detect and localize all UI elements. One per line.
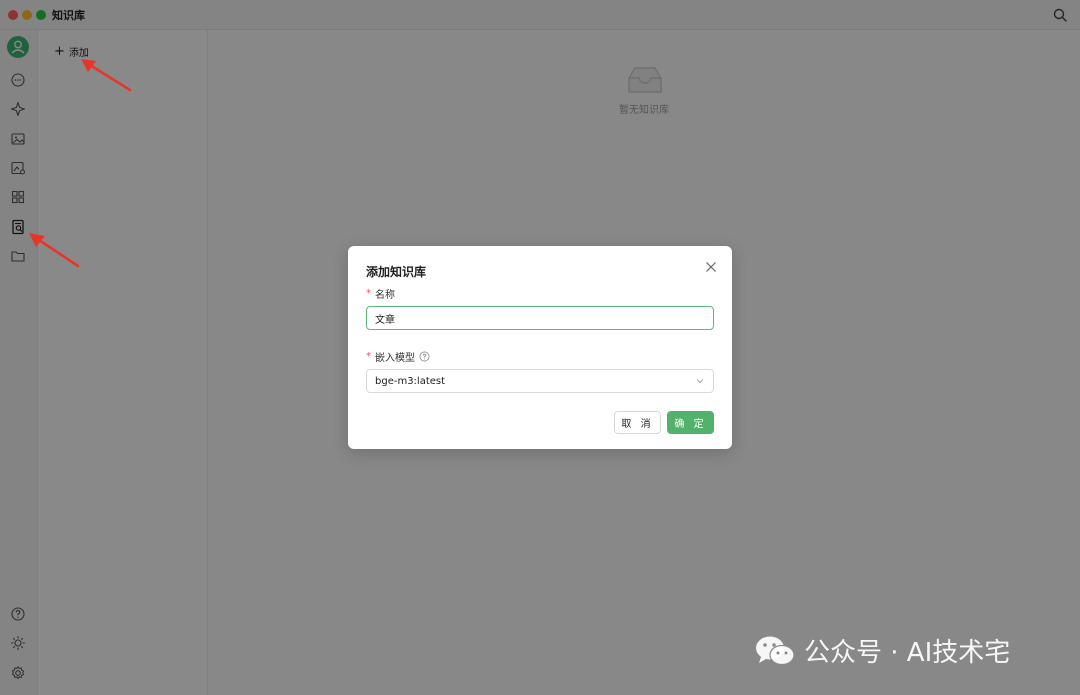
required-mark: * — [366, 351, 371, 362]
model-field-label: * 嵌入模型 — [366, 349, 430, 364]
name-input[interactable] — [366, 306, 714, 330]
chevron-down-icon — [696, 379, 704, 384]
selected-model: bge-m3:latest — [375, 375, 446, 387]
watermark-text: 公众号 · AI技术宅 — [804, 638, 1011, 668]
cancel-button[interactable]: 取 消 — [614, 411, 661, 434]
name-field-label: * 名称 — [366, 288, 395, 301]
embedding-model-select[interactable]: bge-m3:latest — [366, 369, 714, 393]
wechat-logo-icon — [756, 636, 795, 665]
confirm-button[interactable]: 确 定 — [667, 411, 714, 434]
annotation-arrow-knowledge — [29, 233, 80, 268]
required-mark: * — [366, 288, 371, 299]
question-circle-icon[interactable] — [419, 351, 430, 362]
close-icon[interactable] — [704, 260, 718, 274]
dialog-title: 添加知识库 — [366, 265, 427, 279]
add-knowledge-dialog: 添加知识库 * 名称 * 嵌入模型 bge-m3:latest 取 消 确 定 — [348, 246, 732, 449]
watermark: 公众号 · AI技术宅 — [754, 632, 1010, 669]
annotation-arrow-add — [81, 59, 132, 92]
